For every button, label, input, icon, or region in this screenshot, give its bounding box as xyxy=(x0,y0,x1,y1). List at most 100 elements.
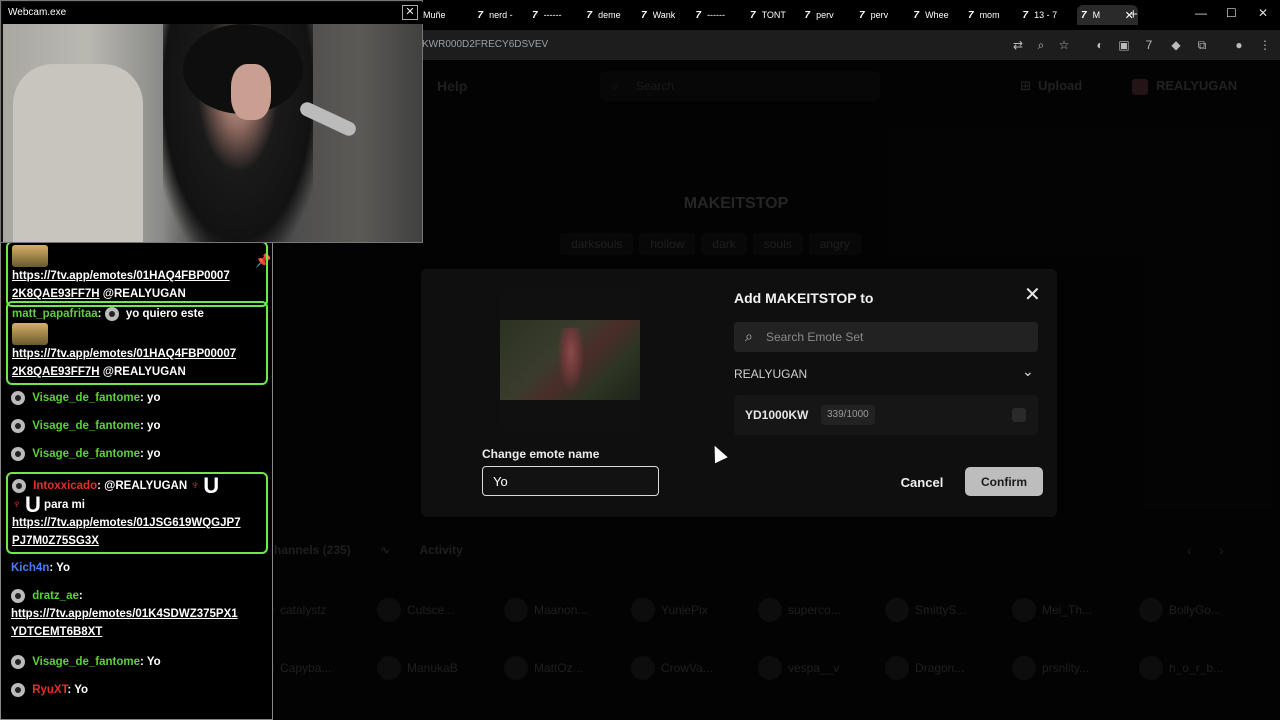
emote-set-row[interactable]: YD1000KW 339/1000 xyxy=(734,395,1038,435)
tab-label: nerd - xyxy=(489,10,513,20)
modal-title: Add MAKEITSTOP to xyxy=(734,290,874,306)
profile-avatar-icon[interactable]: ● xyxy=(1232,38,1246,52)
7tv-tab-icon: 7 xyxy=(695,9,702,21)
browser-tab[interactable]: 7 perv xyxy=(859,5,897,25)
7tv-tab-icon: 7 xyxy=(586,9,593,21)
tab-label: ------ xyxy=(543,10,562,20)
u-emote-icon: U xyxy=(203,472,220,498)
tab-label: mom xyxy=(979,10,1000,20)
tab-label: deme xyxy=(598,10,621,20)
chat-username[interactable]: matt_papafritaa xyxy=(12,308,98,320)
chat-text: yo xyxy=(147,392,161,404)
emote-set-checkbox[interactable] xyxy=(1012,408,1026,422)
rename-label: Change emote name xyxy=(482,447,600,461)
chat-username[interactable]: RyuXT xyxy=(32,684,67,696)
zoom-icon[interactable]: ⌕ xyxy=(1034,38,1048,52)
url-text[interactable]: KWR000D2FRECY6DSVEV xyxy=(422,39,548,50)
modal-close-icon[interactable]: ✕ xyxy=(1024,282,1041,307)
emote-preview xyxy=(500,290,640,430)
chat-message: Intoxxicado: @REALYUGAN ♆ U ♆ U para mi … xyxy=(6,472,268,554)
emote-image xyxy=(12,323,48,345)
skull-badge-icon xyxy=(11,682,25,697)
emote-image xyxy=(12,245,48,267)
chair xyxy=(13,64,143,242)
browser-tab[interactable]: 7 nerd - xyxy=(478,5,516,25)
tab-label: perv xyxy=(870,10,889,20)
new-tab-button[interactable]: + xyxy=(1129,6,1138,23)
set-owner-label: REALYUGAN xyxy=(734,367,808,381)
extension-icon[interactable]: ◐ xyxy=(1093,38,1107,52)
window-close-button[interactable]: ✕ xyxy=(1258,6,1268,20)
bookmark-star-icon[interactable]: ☆ xyxy=(1057,38,1071,52)
7tv-tab-icon: 7 xyxy=(1022,9,1029,21)
cancel-button[interactable]: Cancel xyxy=(896,470,948,494)
emote-name-input[interactable] xyxy=(482,466,659,496)
7tv-extension-icon[interactable]: 7 xyxy=(1142,38,1156,52)
translate-icon[interactable]: ⇄ xyxy=(1011,38,1025,52)
chat-text: yo quiero este xyxy=(125,308,204,320)
chat-message: Visage_de_fantome: yo xyxy=(11,417,261,435)
chevron-down-icon[interactable]: ⌄ xyxy=(1022,363,1034,380)
webcam-feed xyxy=(3,24,422,242)
chat-username[interactable]: Visage_de_fantome xyxy=(32,420,140,432)
browser-tab[interactable]: 7 Wank xyxy=(641,5,679,25)
chat-message: Kich4n: Yo xyxy=(11,562,71,574)
chat-username[interactable]: Visage_de_fantome xyxy=(32,656,140,668)
webcam-title: Webcam.exe xyxy=(8,7,67,18)
tab-label: M xyxy=(1092,10,1101,20)
browser-tab[interactable]: 7 TONT xyxy=(750,5,788,25)
u-emote-icon: U xyxy=(24,491,41,517)
chat-text: Yo xyxy=(56,562,71,574)
7tv-tab-icon: 7 xyxy=(750,9,756,21)
chat-message: Visage_de_fantome: yo xyxy=(11,445,261,463)
emote-set-search-input[interactable] xyxy=(766,322,1026,352)
chat-username[interactable]: Visage_de_fantome xyxy=(32,448,140,460)
browser-tab[interactable]: Muñe xyxy=(423,5,449,25)
devil-emote-icon: ♆ xyxy=(12,496,22,511)
chat-text: yo xyxy=(147,420,161,432)
chat-link[interactable]: https://7tv.app/emotes/01K4SDWZ375PX1 YD… xyxy=(11,608,238,638)
emote-figure xyxy=(558,328,584,390)
chat-username[interactable]: dratz_ae xyxy=(32,590,79,602)
tab-label: 13 - 7 xyxy=(1034,10,1058,20)
7tv-tab-icon: 7 xyxy=(859,9,865,21)
search-icon: ⌕ xyxy=(745,328,753,344)
chat-text: Yo xyxy=(146,656,161,668)
7tv-tab-icon: 7 xyxy=(913,9,920,21)
chat-username[interactable]: Intoxxicado xyxy=(33,480,97,492)
webcam-close-button[interactable]: ✕ xyxy=(402,5,418,20)
confirm-button[interactable]: Confirm xyxy=(965,467,1043,496)
browser-tab[interactable]: 7 ------ xyxy=(532,5,570,25)
extension-icon[interactable]: ◆ xyxy=(1169,38,1183,52)
browser-tab[interactable]: 7 13 - 7 xyxy=(1023,5,1061,25)
7tv-tab-icon: 7 xyxy=(1081,9,1087,21)
browser-tab[interactable]: 7 deme xyxy=(587,5,625,25)
emote-set-search[interactable]: ⌕ xyxy=(734,322,1038,352)
chat-text: para mi xyxy=(44,499,85,511)
tab-label: TONT xyxy=(761,10,786,20)
browser-tab[interactable]: 7 ------ xyxy=(696,5,734,25)
browser-tab[interactable]: 7 mom xyxy=(968,5,1006,25)
chat-username[interactable]: Visage_de_fantome xyxy=(32,392,140,404)
minimize-button[interactable]: — xyxy=(1195,6,1207,20)
chat-mention: @REALYUGAN xyxy=(102,366,186,378)
chat-link[interactable]: https://7tv.app/emotes/01JSG619WQGJP7 PJ… xyxy=(12,517,241,547)
maximize-button[interactable]: ☐ xyxy=(1226,6,1237,20)
devil-emote-icon: ♆ xyxy=(190,477,201,492)
browser-tab[interactable]: 7 perv xyxy=(805,5,843,25)
menu-kebab-icon[interactable]: ⋮ xyxy=(1258,38,1272,52)
7tv-tab-icon: 7 xyxy=(532,9,538,21)
chat-message: dratz_ae: https://7tv.app/emotes/01K4SDW… xyxy=(11,588,238,638)
tab-label: Wank xyxy=(652,10,676,20)
streamer-face xyxy=(231,64,271,120)
user-badge-icon xyxy=(11,390,25,405)
7tv-tab-icon: 7 xyxy=(804,9,811,21)
7tv-tab-icon: 7 xyxy=(968,9,974,21)
chat-username[interactable]: Kich4n xyxy=(11,562,49,574)
chat-message: matt_papafritaa: yo quiero este https://… xyxy=(6,301,268,385)
browser-tab[interactable]: 7 Whee xyxy=(914,5,952,25)
chat-mention: @REALYUGAN xyxy=(102,288,186,300)
puzzle-icon[interactable]: ⧉ xyxy=(1195,38,1209,52)
extension-icon[interactable]: ▣ xyxy=(1117,38,1131,52)
webcam-titlebar: Webcam.exe ✕ xyxy=(2,2,423,24)
